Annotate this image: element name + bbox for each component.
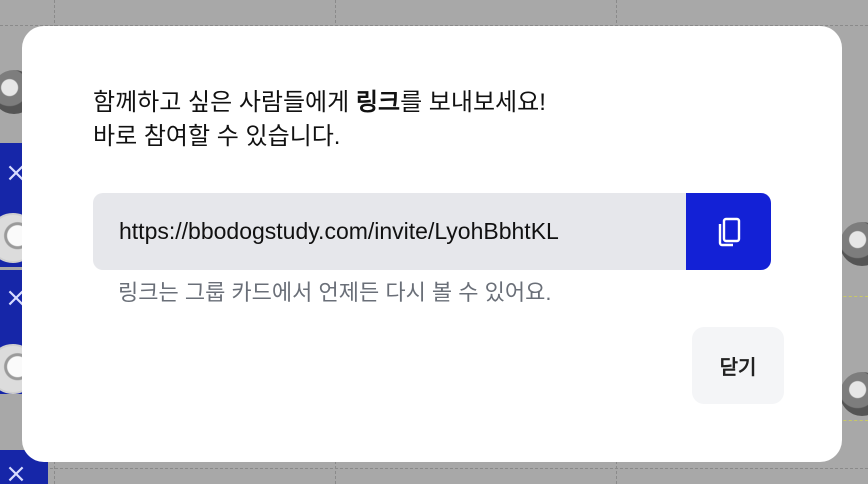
copy-icon bbox=[718, 217, 740, 246]
invite-message: 함께하고 싶은 사람들에게 링크를 보내보세요! 바로 참여할 수 있습니다. bbox=[93, 86, 546, 154]
message-text: 를 보내보세요! bbox=[400, 89, 546, 116]
hint-text: 링크는 그룹 카드에서 언제든 다시 볼 수 있어요. bbox=[118, 280, 552, 305]
close-icon: × bbox=[5, 459, 27, 484]
invite-message-line2: 바로 참여할 수 있습니다. bbox=[93, 123, 341, 150]
invite-message-line1: 함께하고 싶은 사람들에게 링크를 보내보세요! bbox=[93, 86, 546, 120]
invite-link-field[interactable]: https://bbodogstudy.com/invite/LyohBbhtK… bbox=[93, 193, 686, 270]
close-button[interactable]: 닫기 bbox=[692, 327, 784, 404]
grid-line bbox=[838, 420, 868, 421]
invite-modal: 함께하고 싶은 사람들에게 링크를 보내보세요! 바로 참여할 수 있습니다. … bbox=[22, 26, 842, 462]
message-link-emphasis: 링크 bbox=[355, 89, 401, 116]
invite-link-box: https://bbodogstudy.com/invite/LyohBbhtK… bbox=[93, 193, 771, 270]
grid-line bbox=[0, 468, 868, 469]
message-text: 함께하고 싶은 사람들에게 bbox=[93, 89, 356, 116]
grid-line bbox=[838, 296, 868, 297]
copy-link-button[interactable] bbox=[686, 193, 771, 270]
